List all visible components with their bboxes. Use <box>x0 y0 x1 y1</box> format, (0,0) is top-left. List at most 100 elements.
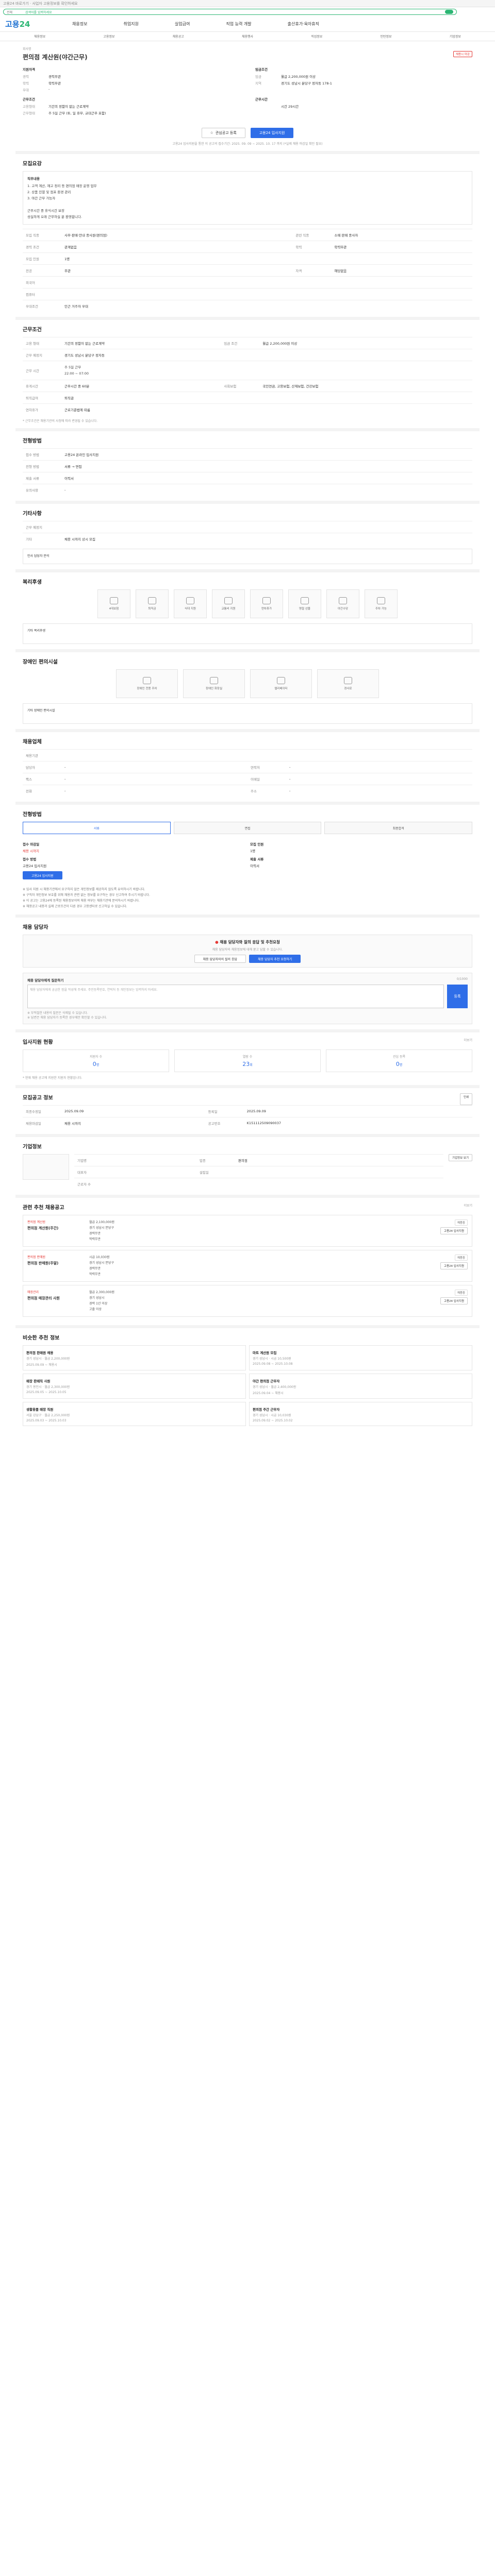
recommend-request-button[interactable]: 채용 담당자 추천 요청하기 <box>249 955 301 963</box>
recommend-card[interactable]: 편의점 판매원 채용 경기 성남시 · 월급 2,200,000원 2025.09.… <box>23 1345 246 1370</box>
stat-label: 지원자 수 <box>90 1055 102 1059</box>
summary-qualification: 지원자격 경력 경력무관 학력 학력무관 우대 - <box>23 66 240 92</box>
subnav-item[interactable]: 채용행사 <box>213 34 282 39</box>
row-key: 컴퓨터 <box>23 288 61 300</box>
welfare-label: 명절 선물 <box>299 607 310 611</box>
stat-unit: 명 <box>399 1063 403 1067</box>
print-button[interactable]: 인쇄 <box>459 1093 472 1105</box>
agency-section: 채용업체 채용기관 담당자 - 연락처 - 팩스 - 이메일 - 전화 - 주소 - <box>15 732 480 805</box>
list-item[interactable]: 편의점 계산원 편의점 계산원(주간) 월급 2,100,000원 경기 성남시 분… <box>23 1215 472 1247</box>
list-item[interactable]: 편의점 판매원 편의점 판매원(주말) 시급 10,030원 경기 성남시 분당구 경… <box>23 1250 472 1282</box>
recommend-card[interactable]: 편의점 주간 근무자 경기 성남시 · 시급 10,030원 2025.09.02 … <box>249 1402 472 1426</box>
recommend-period: 2025.09.09 ~ 채용시 <box>26 1363 57 1367</box>
recommend-card[interactable]: 생활용품 매장 직원 서울 강남구 · 월급 2,250,000원 2025.09.… <box>23 1402 246 1426</box>
row-key: 설립일 <box>196 1166 235 1178</box>
row-value: 인근 거주자 우대 <box>61 300 472 312</box>
main-menu: 채용정보 취업지원 실업급여 직업 능력 개발 출산휴가·육아휴직 <box>72 21 319 27</box>
recruit-section: 모집요강 직무내용 1. 고객 계산, 재고 정리 등 편의점 매장 운영 업무… <box>15 154 480 320</box>
row-value: 경기도 성남시 분당구 정자동 <box>61 349 472 361</box>
welfare-label: 4대보험 <box>109 607 119 611</box>
subnav-item[interactable]: 직업정보 <box>282 34 351 39</box>
welfare-item: 명절 선물 <box>288 589 321 618</box>
row-value <box>61 276 472 289</box>
row-key: 팩스 <box>23 773 61 785</box>
stat-value: 23 <box>242 1061 250 1067</box>
search-scope[interactable]: 전체 <box>7 10 22 14</box>
subnav-item[interactable]: 고용정보 <box>74 34 143 39</box>
row-key: 기업명 <box>74 1154 113 1166</box>
menu-item[interactable]: 실업급여 <box>175 21 190 27</box>
row-value <box>61 288 472 300</box>
table-row: 팩스 - 이메일 - <box>23 773 472 785</box>
posting-info-section: 모집공고 정보 인쇄 최종수정일 2025.09.09 등록일 2025.09.09 채… <box>15 1088 480 1137</box>
row-key: 학력 <box>292 241 332 253</box>
inquiry-textarea[interactable]: 채용 담당자에게 궁금한 점을 작성해 주세요. 주민등록번호, 연락처 등 개… <box>27 985 444 1008</box>
row-value: 서류 → 면접 <box>61 460 472 472</box>
row-value: - <box>286 785 472 796</box>
more-link[interactable]: 더보기 <box>464 1038 472 1049</box>
row-key: 주소 <box>248 785 286 796</box>
summary-conditions: 근무조건 고용형태 기간의 정함이 없는 근로계약 근무형태 주 5일 근무 (토,… <box>23 96 240 115</box>
menu-item[interactable]: 취업지원 <box>123 21 138 27</box>
process-step: 최종합격 <box>324 822 473 834</box>
logo[interactable]: 고용24 <box>5 19 72 29</box>
recommend-title: 야간 편의점 근무자 <box>253 1379 280 1383</box>
inquiry-note: ※ 부적절한 내용의 질문은 삭제될 수 있습니다. <box>27 1011 88 1015</box>
sub-nav: 채용정보 고용정보 채용공고 채용행사 직업정보 인턴정보 기업정보 <box>0 32 495 41</box>
table-row: 컴퓨터 <box>23 288 472 300</box>
list-item[interactable]: 매장관리 편의점 매장관리 사원 월급 2,300,000원 경기 성남시 경력 1년… <box>23 1285 472 1317</box>
row-value <box>61 521 472 533</box>
row-value: 근로기준법에 따름 <box>61 403 472 415</box>
subnav-item[interactable]: 인턴정보 <box>351 34 420 39</box>
apply-small-button[interactable]: 고용24 입사지원 <box>440 1297 468 1304</box>
subnav-item[interactable]: 기업정보 <box>421 34 490 39</box>
bookmark-button[interactable]: ☆ 관심공고 등록 <box>201 128 245 138</box>
inquiry-submit-button[interactable]: 등록 <box>447 985 468 1008</box>
row-value: - <box>286 761 472 773</box>
more-link[interactable]: 더보기 <box>464 1203 472 1215</box>
apply-small-button[interactable]: 고용24 입사지원 <box>440 1227 468 1234</box>
welfare-icons: 4대보험 퇴직금 식대 지원 교통비 지원 연차휴가 명절 선물 야간수당 주차… <box>23 589 472 618</box>
selection-table: 접수 방법 고용24 온라인 입사지원 전형 방법 서류 → 면접 제출 서류 이력서… <box>23 448 472 496</box>
notice-line: ※ 구직자 개인정보 보호를 위해 채용과 관련 없는 정보를 요구하는 경우 … <box>23 893 151 897</box>
status-badge: 채용중 <box>454 1219 468 1226</box>
menu-item[interactable]: 출산휴가·육아휴직 <box>288 21 319 27</box>
inquiry-note: ※ 답변은 채용 담당자가 등록한 경우에만 확인할 수 있습니다. <box>27 1016 107 1020</box>
recommend-card[interactable]: 야간 편의점 근무자 경기 성남시 · 월급 2,400,000원 2025.09.… <box>249 1374 472 1399</box>
accessibility-item: 장애인 전용 주차 <box>116 669 178 698</box>
apply-small-button[interactable]: 고용24 입사지원 <box>440 1262 468 1269</box>
search-box[interactable]: 전체 검색어를 입력하세요 <box>3 9 457 15</box>
company-info-button[interactable]: 기업정보 보기 <box>448 1154 472 1161</box>
qa-button[interactable]: 채용 담당자와의 질의 응답 <box>194 955 246 963</box>
row-key: 대표자 <box>74 1166 113 1178</box>
recommend-desc: 경기 성남시 · 시급 10,030원 <box>253 1414 291 1417</box>
apply-notices: ※ 입사 지원 시 채용기관에서 요구하지 않은 개인정보를 제공하지 않도록 … <box>23 887 472 909</box>
search-button[interactable] <box>445 10 453 14</box>
row-value: 퇴직금 <box>61 392 472 404</box>
menu-item[interactable]: 직업 능력 개발 <box>226 21 251 27</box>
row-key: 연락처 <box>248 761 286 773</box>
welfare-item: 주차 가능 <box>365 589 398 618</box>
subnav-item[interactable]: 채용정보 <box>5 34 74 39</box>
recommend-card[interactable]: 마트 계산원 모집 경기 성남시 · 시급 10,500원 2025.09.08 ~… <box>249 1345 472 1370</box>
table-row: 전형 방법 서류 → 면접 <box>23 460 472 472</box>
accessibility-note: 기타 장애인 편의시설 <box>27 709 55 713</box>
apply-button[interactable]: 고용24 입사지원 <box>250 128 294 138</box>
accessibility-icons: 장애인 전용 주차 장애인 화장실 엘리베이터 경사로 <box>23 669 472 698</box>
menu-item[interactable]: 채용정보 <box>72 21 87 27</box>
recommend-card[interactable]: 매장 판매직 사원 경기 용인시 · 월급 2,300,000원 2025.09.0… <box>23 1374 246 1399</box>
table-row: 담당자 - 연락처 - <box>23 761 472 773</box>
apply-inline-button[interactable]: 고용24 입사지원 <box>23 871 62 879</box>
top-utility-bar: 고용24 바로가기 · 사업자 고용정보를 확인하세요 <box>0 0 495 7</box>
subnav-item[interactable]: 채용공고 <box>144 34 213 39</box>
row-value: 채용 시까지 상시 모집 <box>61 533 472 545</box>
similar-title: 편의점 계산원(주간) <box>27 1226 59 1230</box>
row-key: 전형 방법 <box>23 460 61 472</box>
search-input[interactable]: 검색어를 입력하세요 <box>25 10 442 14</box>
similar-info: 경력무관 <box>89 1232 101 1235</box>
row-key: 근무 예정지 <box>23 349 61 361</box>
row-value: 기간의 정함이 없는 근로계약 <box>61 337 221 349</box>
row-value: 해당없음 <box>331 264 472 277</box>
recommend-section: 비슷한 추천 정보 편의점 판매원 채용 경기 성남시 · 월급 2,200,00… <box>15 1328 480 1431</box>
logo-sub: 24 <box>19 20 30 29</box>
